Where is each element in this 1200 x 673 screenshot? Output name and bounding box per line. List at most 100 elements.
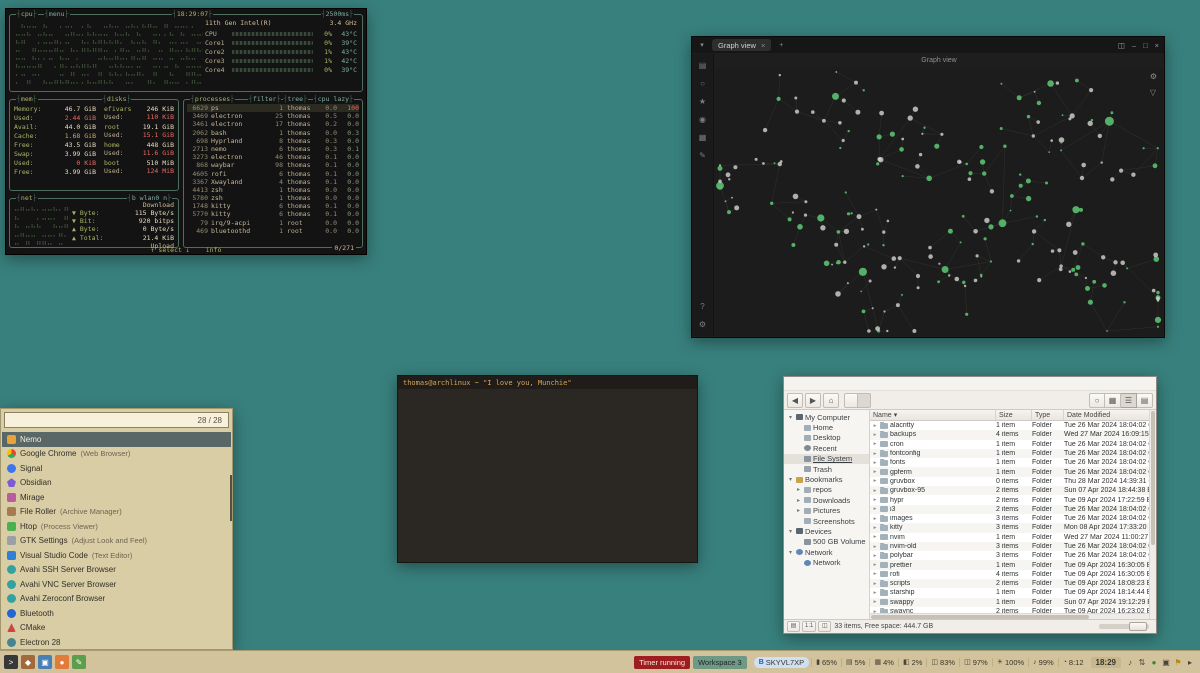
search-icon[interactable]: ○ <box>700 79 705 88</box>
process-row[interactable]: 5770 kitty 6 thomas 0.1 0.0 <box>187 210 359 218</box>
expander-icon[interactable]: ▸ <box>872 423 878 429</box>
expander-icon[interactable]: ▸ <box>872 432 878 438</box>
screenshot-icon[interactable]: ▣ <box>1160 658 1172 667</box>
zoom-slider-thumb[interactable] <box>1129 622 1147 631</box>
sort-selector[interactable]: cpu lazy <box>313 95 354 104</box>
menu-view[interactable] <box>806 383 816 385</box>
process-row[interactable]: 2713 nemo 6 thomas 0.3 0.1 <box>187 145 359 153</box>
back-button[interactable]: ◀ <box>787 393 803 408</box>
tray-item[interactable]: B SKYVL7XP <box>754 657 809 668</box>
process-row[interactable]: 4605 rofi 6 thomas 0.1 0.0 <box>187 170 359 178</box>
hscroll-thumb[interactable] <box>871 615 1089 619</box>
sidebar-item[interactable]: Home <box>784 422 869 432</box>
chevron-icon[interactable]: ▸ <box>1184 658 1196 667</box>
filter-button[interactable]: filter <box>248 95 281 104</box>
minimize-icon[interactable] <box>1132 41 1136 50</box>
launcher-item[interactable]: Mirage <box>2 490 231 505</box>
app-launcher[interactable]: 28 / 28 Nemo Google Chrome (Web Browser)… <box>0 408 233 650</box>
process-row[interactable]: 6629 ps 1 thomas 0.0 100 <box>187 104 359 112</box>
sidebar-item[interactable]: Screenshots <box>784 516 869 526</box>
launcher-search-input[interactable] <box>5 416 192 425</box>
tab-graph-view[interactable]: Graph view <box>712 39 771 51</box>
files-icon[interactable]: ▤ <box>699 61 707 70</box>
expander-icon[interactable]: ▾ <box>787 414 794 421</box>
file-row[interactable]: ▸ scripts 2 items Folder Tue 09 Apr 2024… <box>870 579 1149 588</box>
expander-icon[interactable]: ▸ <box>872 460 878 466</box>
file-row[interactable]: ▸ kitty 3 items Folder Mon 08 Apr 2024 1… <box>870 523 1149 532</box>
expander-icon[interactable]: ▸ <box>872 478 878 484</box>
expander-icon[interactable]: ▾ <box>787 549 794 556</box>
status-dot-icon[interactable]: ● <box>1148 658 1160 667</box>
terminal-body[interactable] <box>398 389 697 563</box>
process-row[interactable]: 3461 electron 17 thomas 0.2 0.0 <box>187 120 359 128</box>
file-row[interactable]: ▸ i3 2 items Folder Tue 26 Mar 2024 18:0… <box>870 505 1149 514</box>
list-view-button[interactable]: ☰ <box>1121 393 1137 408</box>
graph-icon[interactable]: ◉ <box>699 115 706 124</box>
file-row[interactable]: ▸ alacritty 1 item Folder Tue 26 Mar 202… <box>870 421 1149 430</box>
sidebar-item[interactable]: ▾ Network <box>784 547 869 557</box>
breadcrumb-segment[interactable] <box>858 393 871 408</box>
file-row[interactable]: ▸ rofi 4 items Folder Tue 09 Apr 2024 16… <box>870 570 1149 579</box>
menu-go[interactable] <box>816 383 826 385</box>
places-toggle[interactable]: ▤ <box>787 621 800 632</box>
file-row[interactable]: ▸ hypr 2 items Folder Tue 09 Apr 2024 17… <box>870 495 1149 504</box>
timer-badge[interactable]: Timer running <box>634 656 690 669</box>
process-row[interactable]: 868 waybar 98 thomas 0.1 0.0 <box>187 161 359 169</box>
file-row[interactable]: ▸ starship 1 item Folder Tue 09 Apr 2024… <box>870 588 1149 597</box>
column-header[interactable]: Name ▾ <box>870 410 996 420</box>
process-row[interactable]: 469 bluetoothd 1 root 0.0 0.0 <box>187 227 359 235</box>
layout-icon[interactable] <box>1118 41 1125 50</box>
expander-icon[interactable]: ▸ <box>795 497 802 504</box>
sidebar-item[interactable]: Recent <box>784 443 869 453</box>
expander-icon[interactable]: ▸ <box>872 571 878 577</box>
process-row[interactable]: 1748 kitty 6 thomas 0.1 0.0 <box>187 202 359 210</box>
tray-item[interactable]: ♪ 99% <box>1028 658 1058 667</box>
taskbar-launcher-package-icon[interactable]: ◆ <box>21 655 35 669</box>
system-monitor-window[interactable]: cpu menu 18:29:07 2500ms ⠀⣄⣀⣀⠀⣄⠀⠀⡀⣀⡀⠀⡀⣄⠀… <box>5 8 367 255</box>
horizontal-scrollbar[interactable] <box>870 613 1149 619</box>
sidebar-item[interactable]: File System <box>784 454 869 464</box>
expander-icon[interactable]: ▾ <box>787 476 794 483</box>
launcher-item[interactable]: Bluetooth <box>2 606 231 621</box>
expander-icon[interactable]: ▸ <box>872 497 878 503</box>
expander-icon[interactable]: ▸ <box>872 590 878 596</box>
bookmarks-icon[interactable]: ★ <box>699 97 706 106</box>
breadcrumb-segment[interactable] <box>844 393 858 408</box>
expander-icon[interactable]: ▸ <box>872 562 878 568</box>
sidebar-item[interactable]: ▸ Pictures <box>784 506 869 516</box>
volume-icon[interactable]: ♪ <box>1124 658 1136 667</box>
vscroll-thumb[interactable] <box>1151 411 1155 545</box>
file-row[interactable]: ▸ cron 1 item Folder Tue 26 Mar 2024 18:… <box>870 440 1149 449</box>
taskbar-launcher-editor-icon[interactable]: ✎ <box>72 655 86 669</box>
process-row[interactable]: 2062 bash 1 thomas 0.0 0.3 <box>187 129 359 137</box>
column-header[interactable]: Date Modified <box>1064 410 1149 420</box>
tree-toggle[interactable]: tree <box>283 95 309 104</box>
graph-view-canvas[interactable] <box>715 67 1163 336</box>
tray-item[interactable]: ☀ 100% <box>992 658 1028 667</box>
sidebar-item[interactable]: Desktop <box>784 433 869 443</box>
launcher-scrollbar[interactable] <box>230 475 232 521</box>
bell-icon[interactable]: ⚑ <box>1172 658 1184 667</box>
menu-edit[interactable] <box>796 383 806 385</box>
tray-item[interactable]: ◫ 97% <box>959 658 992 667</box>
file-row[interactable]: ▸ nvim-old 3 items Folder Tue 26 Mar 202… <box>870 542 1149 551</box>
expander-icon[interactable]: ▾ <box>787 528 794 535</box>
compact-view-button[interactable]: ▤ <box>1137 393 1153 408</box>
maximize-icon[interactable] <box>1143 41 1148 50</box>
file-row[interactable]: ▸ gpferm 1 item Folder Tue 26 Mar 2024 1… <box>870 467 1149 476</box>
launcher-item[interactable]: File Roller (Archive Manager) <box>2 505 231 520</box>
expander-icon[interactable]: ▸ <box>872 581 878 587</box>
process-row[interactable]: 3469 electron 25 thomas 0.5 0.0 <box>187 112 359 120</box>
forward-button[interactable]: ▶ <box>805 393 821 408</box>
tray-item[interactable]: ◧ 2% <box>898 658 926 667</box>
expander-icon[interactable]: ▸ <box>872 553 878 559</box>
expander-icon[interactable]: ▸ <box>872 544 878 550</box>
column-header[interactable]: Type <box>1032 410 1064 420</box>
file-row[interactable]: ▸ images 3 items Folder Tue 26 Mar 2024 … <box>870 514 1149 523</box>
expander-icon[interactable]: ▸ <box>872 516 878 522</box>
launcher-item[interactable]: Electron 28 <box>2 635 231 648</box>
expander-icon[interactable]: ▸ <box>872 506 878 512</box>
launcher-item[interactable]: GTK Settings (Adjust Look and Feel) <box>2 534 231 549</box>
file-row[interactable]: ▸ gruvbox 0 items Folder Thu 28 Mar 2024… <box>870 477 1149 486</box>
launcher-item[interactable]: Google Chrome (Web Browser) <box>2 447 231 462</box>
